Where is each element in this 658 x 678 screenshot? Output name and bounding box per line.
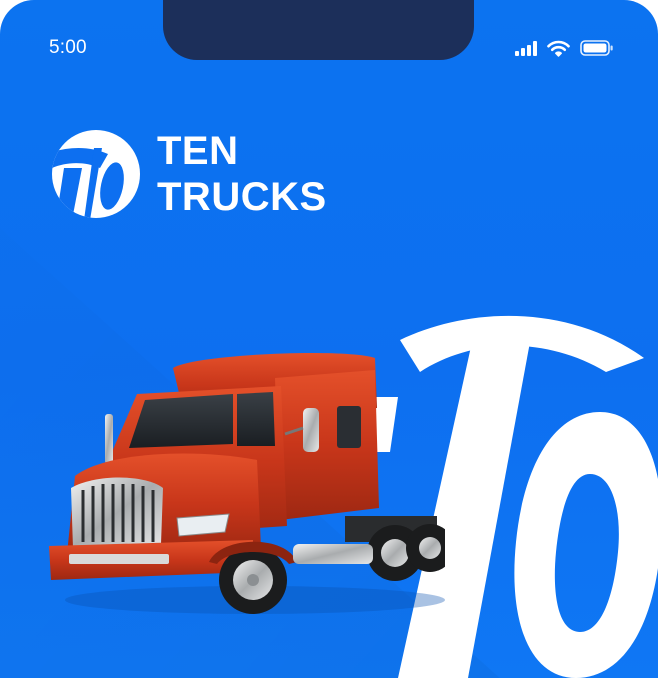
battery-icon bbox=[580, 40, 614, 56]
status-time: 5:00 bbox=[49, 37, 87, 58]
device-notch bbox=[163, 0, 474, 60]
brand-line-2: TRUCKS bbox=[157, 175, 327, 219]
brand-name: TEN TRUCKS bbox=[157, 128, 327, 220]
ten-trucks-logo-icon bbox=[52, 130, 140, 218]
splash-screen: 5:00 TEN TRUCKS bbox=[0, 0, 658, 678]
signal-icon bbox=[515, 40, 537, 56]
status-icons bbox=[515, 38, 614, 58]
wifi-icon bbox=[547, 40, 570, 57]
red-semi-truck-image bbox=[49, 353, 445, 614]
brand-line-1: TEN bbox=[157, 129, 239, 173]
